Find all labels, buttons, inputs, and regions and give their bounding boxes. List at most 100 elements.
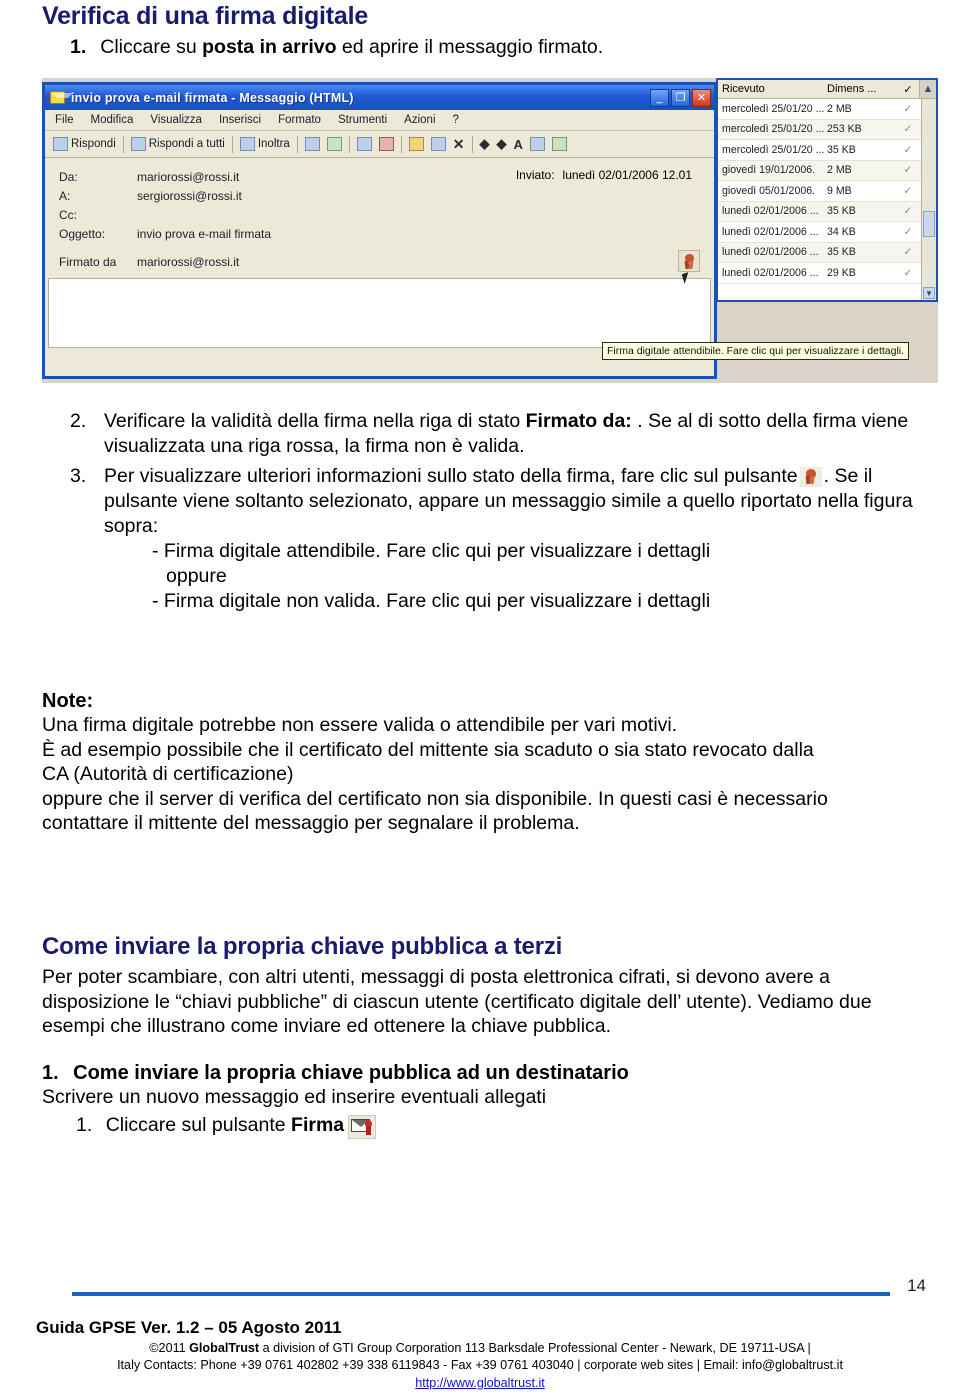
menu-item-inserisci[interactable]: Inserisci bbox=[219, 114, 261, 126]
bottom-step-1: 1. Come inviare la propria chiave pubbli… bbox=[42, 1062, 922, 1139]
font-size-icon[interactable]: A bbox=[514, 137, 523, 152]
message-list[interactable]: Ricevuto Dimens ... ✓ ▲ mercoledì 25/01/… bbox=[716, 78, 938, 302]
next-folder-icon[interactable] bbox=[430, 137, 446, 151]
table-row[interactable]: mercoledì 25/01/20 ... 253 KB ✓ bbox=[718, 119, 936, 140]
footer-title: Guida GPSE Ver. 1.2 – 05 Agosto 2011 bbox=[36, 1318, 342, 1337]
next-item-icon[interactable]: ◆ bbox=[497, 136, 507, 152]
sent-value: lunedì 02/01/2006 12.01 bbox=[562, 168, 692, 182]
section-paragraph: Per poter scambiare, con altri utenti, m… bbox=[42, 966, 872, 1037]
reply-button[interactable]: Rispondi bbox=[53, 137, 116, 151]
note-line-2: È ad esempio possibile che il certificat… bbox=[42, 738, 814, 761]
reply-all-button[interactable]: Rispondi a tutti bbox=[130, 137, 225, 151]
row-size: 35 KB bbox=[827, 143, 856, 156]
table-row[interactable]: lunedì 02/01/2006 ... 29 KB ✓ bbox=[718, 263, 936, 284]
digital-signature-button[interactable] bbox=[678, 250, 700, 284]
signed-value: mariorossi@rossi.it bbox=[137, 255, 240, 269]
menu-item-visualizza[interactable]: Visualizza bbox=[150, 114, 202, 126]
subject-value: invio prova e-mail firmata bbox=[137, 227, 272, 241]
section-heading: Come inviare la propria chiave pubblica … bbox=[42, 933, 563, 960]
step-1-text-before: Cliccare su bbox=[100, 36, 203, 58]
step-1: 1. Cliccare su posta in arrivo ed aprire… bbox=[70, 36, 930, 59]
cc-label: Cc: bbox=[59, 208, 77, 222]
footer: Guida GPSE Ver. 1.2 – 05 Agosto 2011 ©20… bbox=[0, 1318, 960, 1392]
table-row[interactable]: lunedì 02/01/2006 ... 35 KB ✓ bbox=[718, 201, 936, 222]
row-flag-icon: ✓ bbox=[903, 164, 913, 177]
row-received: giovedì 19/01/2006. bbox=[722, 164, 816, 177]
row-size: 35 KB bbox=[827, 246, 856, 259]
flag-icon[interactable] bbox=[378, 137, 394, 151]
close-button[interactable]: ✕ bbox=[692, 88, 711, 107]
column-header-size[interactable]: Dimens ... bbox=[827, 83, 897, 95]
print-icon[interactable] bbox=[304, 137, 320, 151]
signature-tooltip: Firma digitale attendibile. Fare clic qu… bbox=[602, 342, 910, 360]
copy-icon[interactable] bbox=[326, 137, 342, 151]
previous-folder-icon[interactable] bbox=[408, 137, 424, 151]
step-3: 3. Per visualizzare ulteriori informazio… bbox=[70, 464, 936, 614]
column-header-received[interactable]: Ricevuto bbox=[718, 83, 827, 95]
menu-item-azioni[interactable]: Azioni bbox=[404, 114, 435, 126]
bottom-step-subtext: Scrivere un nuovo messaggio ed inserire … bbox=[42, 1086, 547, 1108]
row-flag-icon: ✓ bbox=[903, 123, 913, 136]
note-line-5: contattare il mittente del messaggio per… bbox=[42, 812, 580, 834]
step-2: 2. Verificare la validità della firma ne… bbox=[70, 409, 936, 459]
row-received: mercoledì 25/01/20 ... bbox=[722, 123, 825, 136]
table-row[interactable]: mercoledì 25/01/20 ... 35 KB ✓ bbox=[718, 140, 936, 161]
menu-item-modifica[interactable]: Modifica bbox=[91, 114, 134, 126]
reply-all-icon bbox=[130, 137, 146, 151]
sub-line-trusted: - Firma digitale attendibile. Fare clic … bbox=[152, 540, 711, 562]
footer-copyright: ©2011 bbox=[149, 1341, 190, 1355]
move-to-folder-icon[interactable] bbox=[356, 137, 372, 151]
footer-brand: GlobalTrust bbox=[189, 1341, 260, 1355]
step-3-sublist: - Firma digitale attendibile. Fare clic … bbox=[104, 539, 936, 614]
reply-all-label: Rispondi a tutti bbox=[148, 138, 225, 150]
forward-label: Inoltra bbox=[257, 138, 290, 150]
column-header-flag[interactable]: ✓ bbox=[897, 83, 919, 96]
toolbar-separator bbox=[231, 135, 233, 153]
forward-button[interactable]: Inoltra bbox=[239, 137, 290, 151]
minimize-button[interactable]: _ bbox=[650, 88, 669, 107]
menu-item-formato[interactable]: Formato bbox=[278, 114, 321, 126]
footer-line-2: Italy Contacts: Phone +39 0761 402802 +3… bbox=[117, 1358, 843, 1372]
menu-item-help[interactable]: ? bbox=[453, 114, 459, 126]
delete-icon[interactable]: ✕ bbox=[453, 136, 465, 153]
bottom-inner-number: 1. bbox=[76, 1114, 93, 1136]
toolbar-separator bbox=[296, 135, 298, 153]
forward-icon bbox=[239, 137, 255, 151]
help-icon[interactable] bbox=[551, 137, 567, 151]
row-received: mercoledì 25/01/20 ... bbox=[722, 143, 825, 156]
step-3-number: 3. bbox=[70, 465, 87, 487]
window-buttons: _ ❐ ✕ bbox=[650, 88, 711, 107]
scroll-up-icon[interactable]: ▲ bbox=[919, 80, 936, 98]
row-size: 34 KB bbox=[827, 225, 856, 238]
table-row[interactable]: lunedì 02/01/2006 ... 35 KB ✓ bbox=[718, 242, 936, 263]
maximize-button[interactable]: ❐ bbox=[671, 88, 690, 107]
note-block: Note: Una firma digitale potrebbe non es… bbox=[42, 690, 922, 836]
sign-message-icon[interactable] bbox=[348, 1115, 377, 1139]
header-row-cc: Cc: bbox=[59, 206, 714, 225]
table-row[interactable]: mercoledì 25/01/20 ... 2 MB ✓ bbox=[718, 99, 936, 120]
address-book-icon[interactable] bbox=[529, 137, 545, 151]
footer-url-link[interactable]: http://www.globaltrust.it bbox=[415, 1376, 545, 1390]
scroll-down-icon[interactable]: ▼ bbox=[923, 287, 935, 299]
toolbar-separator bbox=[400, 135, 402, 153]
table-row[interactable]: giovedì 05/01/2006. 9 MB ✓ bbox=[718, 181, 936, 202]
row-received: lunedì 02/01/2006 ... bbox=[722, 225, 819, 238]
row-flag-icon: ✓ bbox=[903, 266, 913, 279]
table-row[interactable]: lunedì 02/01/2006 ... 34 KB ✓ bbox=[718, 222, 936, 243]
bottom-inner-step: 1. Cliccare sul pulsante Firma bbox=[76, 1114, 922, 1139]
message-list-scrollbar[interactable]: ▼ bbox=[921, 99, 936, 300]
toolbar-separator bbox=[471, 135, 473, 153]
table-row[interactable]: giovedì 19/01/2006. 2 MB ✓ bbox=[718, 160, 936, 181]
bottom-inner-before: Cliccare sul pulsante bbox=[105, 1114, 292, 1136]
menu-item-file[interactable]: File bbox=[55, 114, 74, 126]
maximize-icon: ❐ bbox=[675, 91, 686, 104]
menu-item-strumenti[interactable]: Strumenti bbox=[338, 114, 387, 126]
to-label: A: bbox=[59, 189, 71, 203]
message-list-header: Ricevuto Dimens ... ✓ ▲ bbox=[718, 80, 936, 99]
step-2-part1: Verificare la validità della firma nella… bbox=[104, 410, 526, 432]
row-received: lunedì 02/01/2006 ... bbox=[722, 246, 819, 259]
previous-item-icon[interactable]: ◆ bbox=[480, 136, 490, 152]
window-title: invio prova e-mail firmata - Messaggio (… bbox=[71, 90, 354, 105]
row-flag-icon: ✓ bbox=[903, 246, 913, 259]
scrollbar-thumb[interactable] bbox=[923, 211, 935, 237]
